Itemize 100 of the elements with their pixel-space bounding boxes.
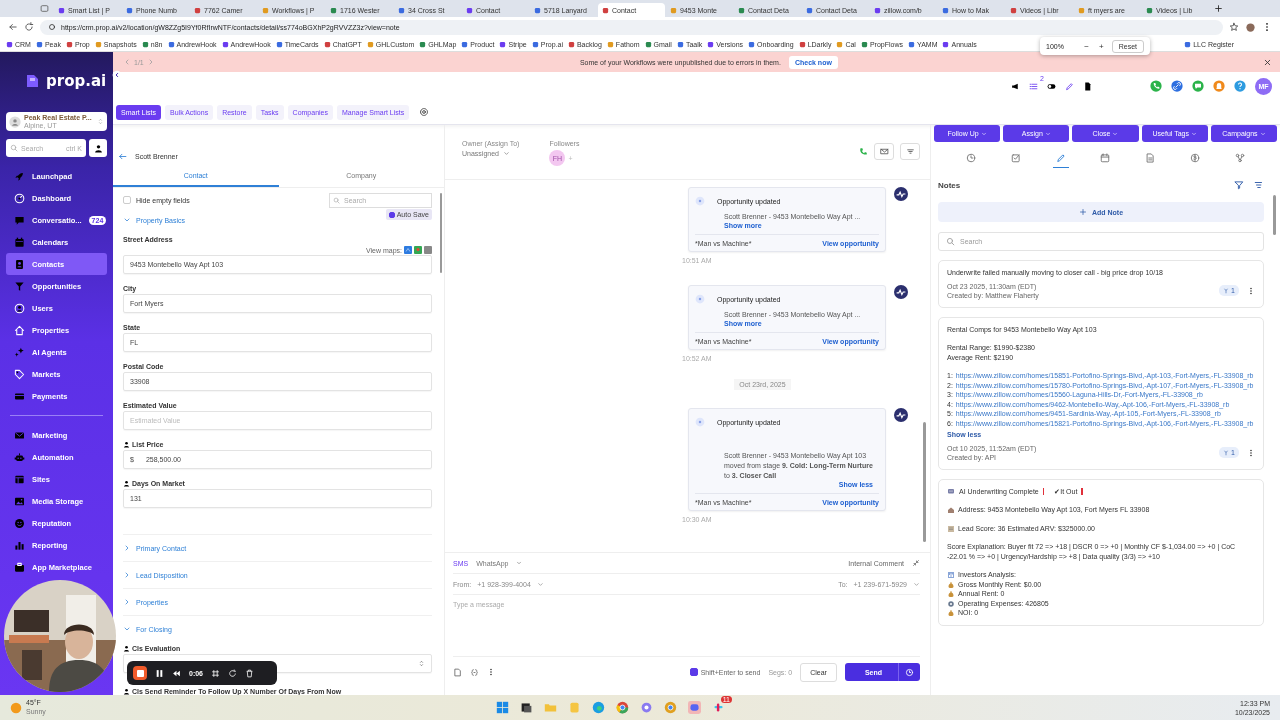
chevron-down-icon bbox=[1190, 130, 1197, 137]
favicon-icon bbox=[1184, 40, 1192, 48]
checkbox[interactable] bbox=[388, 211, 395, 218]
sort-icon[interactable] bbox=[1254, 180, 1264, 190]
back-icon[interactable] bbox=[8, 22, 18, 32]
smiley-icon bbox=[14, 517, 25, 529]
document-icon[interactable] bbox=[1083, 81, 1092, 91]
tag-icon bbox=[14, 368, 25, 380]
browser-window-icon bbox=[14, 473, 25, 485]
checkbox[interactable] bbox=[689, 668, 698, 676]
activity-dot-icon bbox=[695, 294, 705, 304]
favicon-icon bbox=[738, 6, 745, 14]
calendar-icon bbox=[14, 236, 25, 248]
chevron-down-icon[interactable] bbox=[123, 216, 131, 224]
credit-card-icon bbox=[14, 390, 25, 402]
bell-icon[interactable] bbox=[1213, 80, 1225, 92]
stop-recording-button[interactable] bbox=[133, 666, 147, 680]
plus-icon bbox=[1078, 208, 1087, 216]
user-button[interactable] bbox=[89, 139, 107, 157]
pen-icon bbox=[1055, 153, 1066, 163]
rewind-icon[interactable] bbox=[172, 668, 181, 678]
search-icon bbox=[333, 196, 340, 204]
zoom-in-button[interactable]: + bbox=[1097, 41, 1106, 51]
email-button[interactable] bbox=[874, 143, 894, 160]
pause-icon[interactable] bbox=[155, 668, 164, 678]
favicon-icon bbox=[126, 6, 133, 14]
document-icon bbox=[1145, 153, 1156, 163]
favicon-icon bbox=[1146, 6, 1153, 14]
contact-card-icon bbox=[14, 258, 25, 270]
favicon-icon bbox=[6, 40, 13, 48]
funnel-icon bbox=[14, 280, 25, 292]
calendar-icon bbox=[1100, 153, 1111, 163]
person-icon bbox=[93, 143, 103, 153]
scorecard-icon bbox=[947, 524, 955, 533]
chevron-down-icon[interactable] bbox=[913, 580, 920, 588]
new-tab-icon[interactable] bbox=[1214, 4, 1223, 13]
favicon-icon bbox=[644, 40, 652, 48]
chat-bubble-icon bbox=[14, 214, 25, 226]
user-circle-icon bbox=[14, 302, 25, 314]
sparkle-icon bbox=[14, 346, 25, 358]
checklist-icon[interactable] bbox=[1029, 81, 1038, 91]
megaphone-icon[interactable] bbox=[1011, 81, 1020, 91]
activity-icon bbox=[894, 285, 908, 299]
task-view-icon[interactable] bbox=[519, 701, 533, 714]
restart-icon[interactable] bbox=[228, 668, 237, 678]
favicon-icon bbox=[461, 40, 469, 48]
braces-icon[interactable] bbox=[470, 667, 479, 677]
pen-icon[interactable] bbox=[1065, 81, 1074, 91]
favicon-icon bbox=[531, 40, 539, 48]
chevron-right-icon[interactable] bbox=[123, 544, 131, 552]
chevron-updown-icon bbox=[97, 117, 104, 126]
favicon-icon bbox=[798, 40, 806, 48]
kebab-icon[interactable] bbox=[1247, 448, 1255, 457]
filter-button[interactable] bbox=[900, 143, 920, 160]
person-icon bbox=[123, 644, 130, 652]
chevron-down-icon bbox=[1259, 130, 1266, 137]
favicon-icon bbox=[606, 40, 614, 48]
close-icon[interactable] bbox=[1263, 57, 1272, 67]
favicon-icon bbox=[602, 6, 609, 14]
kebab-icon[interactable] bbox=[487, 668, 495, 676]
phone-icon[interactable] bbox=[858, 146, 868, 157]
phone-icon[interactable] bbox=[1150, 80, 1162, 92]
sun-icon bbox=[10, 701, 22, 714]
zoom-out-button[interactable]: − bbox=[1082, 41, 1092, 51]
settings-icon[interactable] bbox=[419, 107, 430, 117]
help-icon[interactable] bbox=[1234, 80, 1246, 92]
profile-icon[interactable] bbox=[1245, 21, 1256, 33]
grid-icon[interactable] bbox=[211, 668, 220, 678]
star-icon[interactable] bbox=[1229, 22, 1239, 32]
trash-icon[interactable] bbox=[245, 668, 254, 678]
chat-icon[interactable] bbox=[1192, 80, 1204, 92]
filter-icon[interactable] bbox=[1234, 180, 1244, 190]
toggle-icon[interactable] bbox=[1047, 81, 1056, 91]
windows-start-icon[interactable] bbox=[495, 701, 509, 714]
activity-dot-icon bbox=[695, 417, 705, 427]
chart-icon bbox=[947, 571, 955, 579]
gauge-icon bbox=[14, 192, 25, 204]
chevron-down-icon[interactable] bbox=[123, 625, 131, 633]
person-icon bbox=[123, 479, 130, 487]
chevron-right-icon[interactable] bbox=[123, 598, 131, 606]
link-icon[interactable] bbox=[1171, 80, 1183, 92]
briefcase-icon bbox=[14, 561, 25, 573]
chevron-right-icon[interactable] bbox=[123, 571, 131, 579]
chevron-down-icon bbox=[1112, 130, 1119, 137]
reload-icon[interactable] bbox=[24, 22, 34, 32]
browser-menu-icon[interactable] bbox=[40, 4, 49, 13]
attachment-icon[interactable] bbox=[453, 667, 462, 677]
envelope-icon bbox=[14, 429, 25, 441]
scrollbar bbox=[1273, 195, 1276, 235]
favicon-icon bbox=[908, 40, 915, 48]
map-icon[interactable] bbox=[414, 246, 422, 254]
back-arrow-icon[interactable] bbox=[118, 151, 127, 161]
favicon-icon bbox=[35, 40, 43, 48]
map-icon[interactable] bbox=[404, 246, 412, 254]
clock-icon bbox=[905, 667, 914, 677]
caret-icon[interactable] bbox=[516, 560, 523, 566]
logo-text: prop.ai bbox=[46, 72, 107, 90]
site-info-icon bbox=[48, 23, 56, 31]
kebab-icon[interactable] bbox=[1247, 286, 1255, 295]
favicon-icon bbox=[670, 6, 677, 14]
